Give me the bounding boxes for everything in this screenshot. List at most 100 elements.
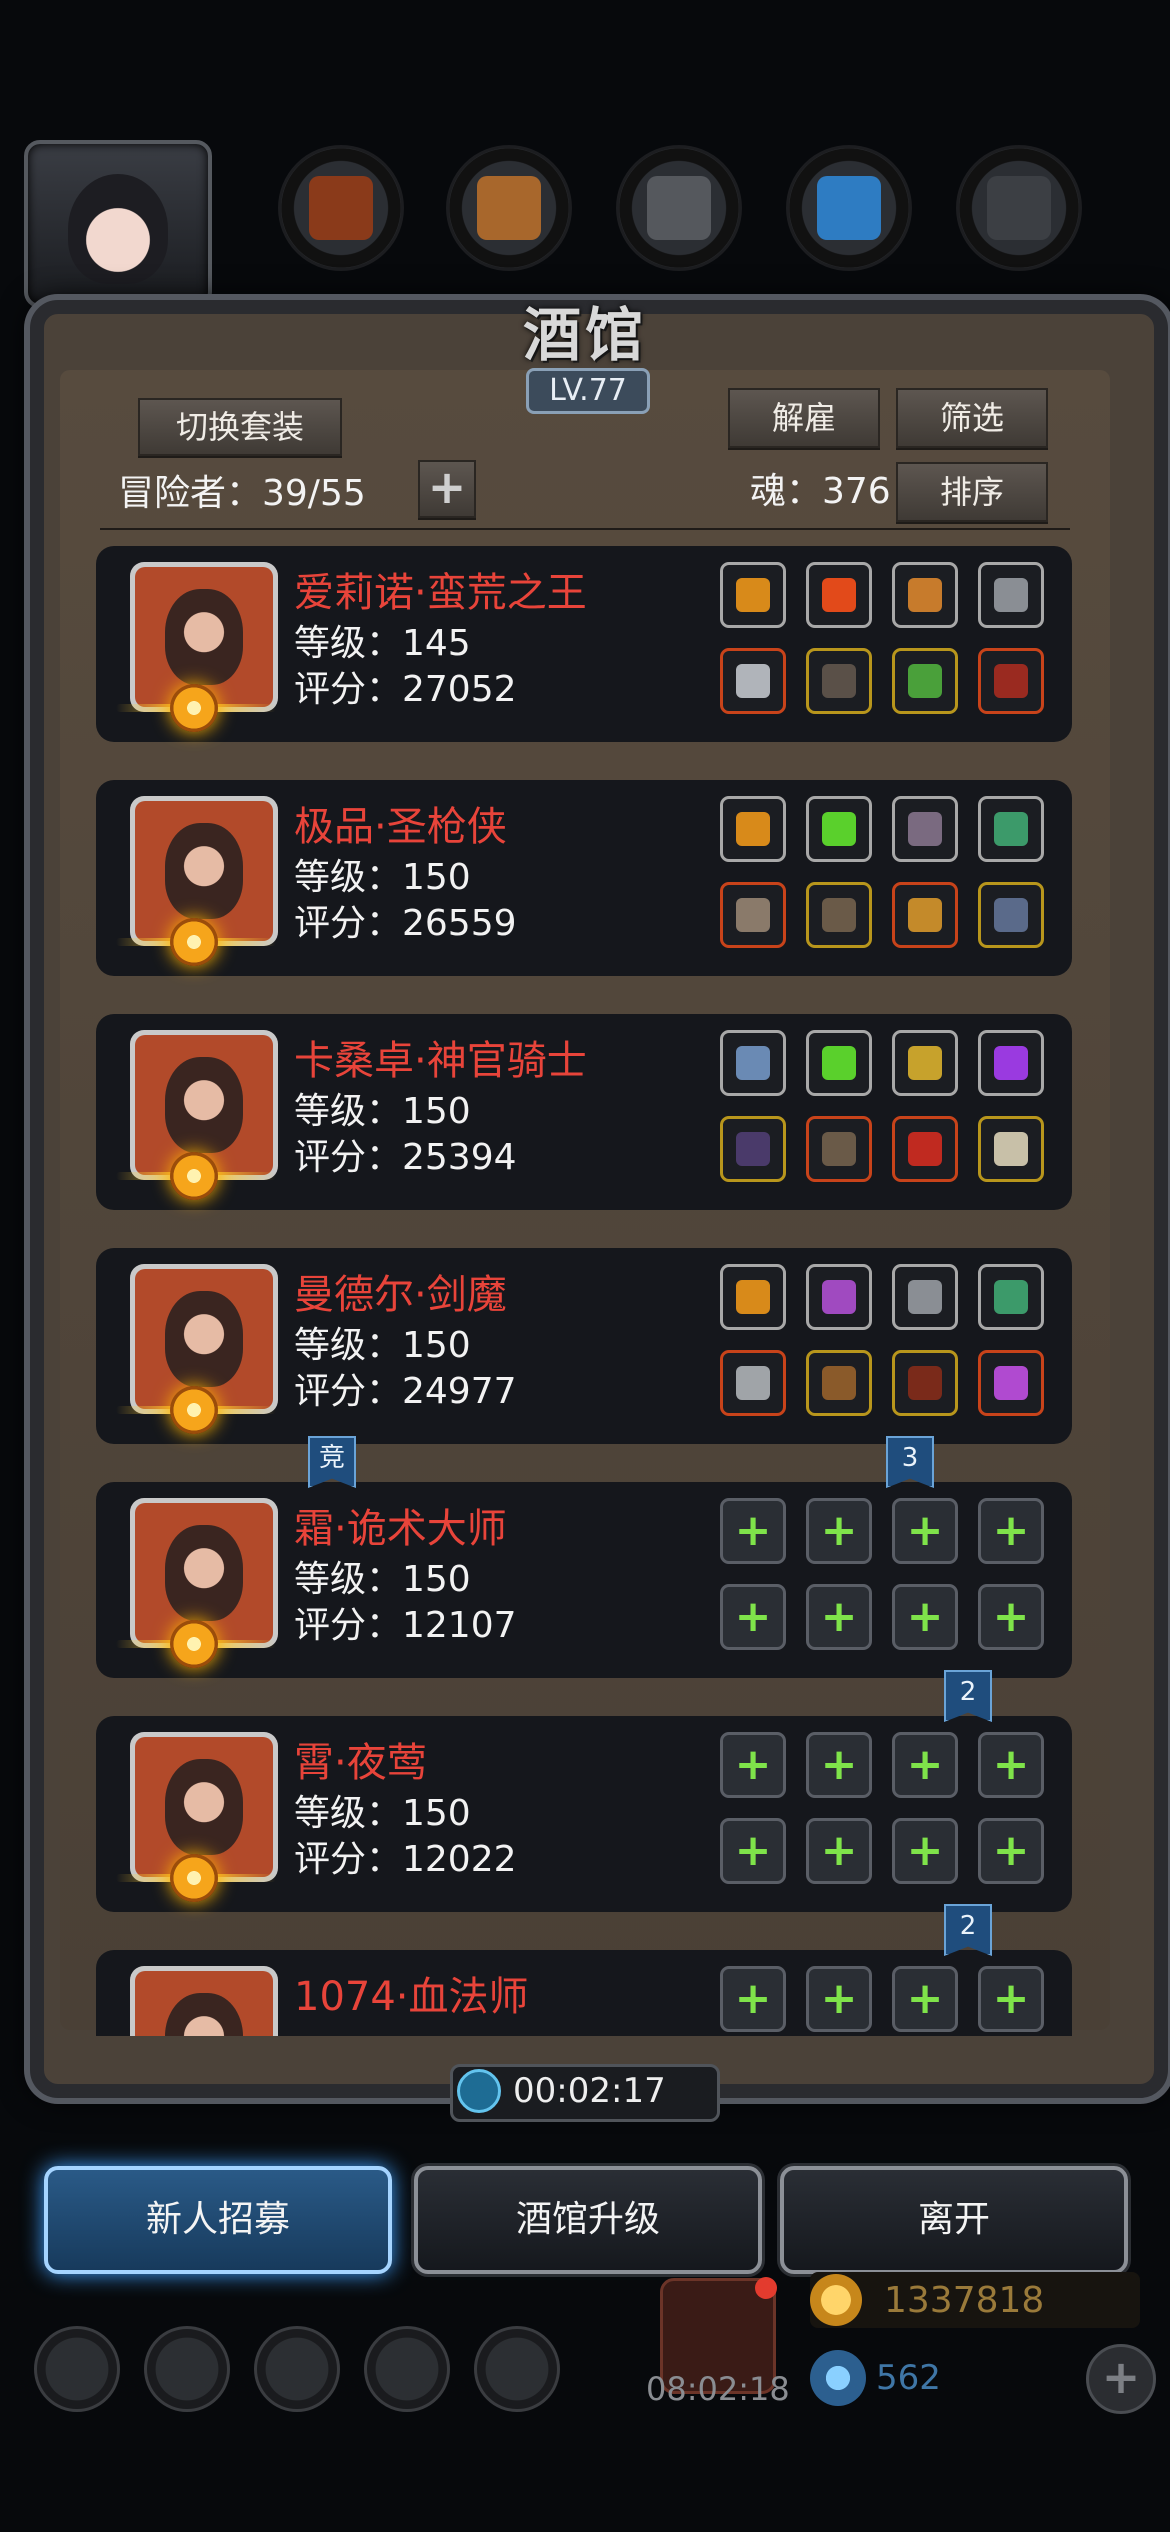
empty-equipment-slot[interactable]: +	[720, 1966, 786, 2032]
equipment-grid	[720, 1264, 1060, 1434]
hero-card[interactable]: 曼德尔·剑魔 等级：150 评分：24977	[96, 1248, 1072, 1444]
resource-wood-icon[interactable]	[446, 145, 572, 271]
hero-name: 爱莉诺·蛮荒之王	[294, 570, 587, 616]
empty-equipment-slot[interactable]: +	[720, 1498, 786, 1564]
hero-icon[interactable]	[144, 2326, 230, 2412]
empty-equipment-slot[interactable]: +	[892, 1584, 958, 1650]
add-currency-button[interactable]: +	[1086, 2344, 1156, 2414]
resource-leather-icon[interactable]	[278, 145, 404, 271]
hero-card[interactable]: 霜·诡术大师 等级：150 评分：12107 + + + + + + + +	[96, 1482, 1072, 1678]
equipment-slot[interactable]	[806, 648, 872, 714]
add-equipment-icon: +	[734, 1825, 772, 1876]
settings-icon[interactable]	[34, 2326, 120, 2412]
equipment-slot[interactable]	[720, 648, 786, 714]
add-equipment-icon: +	[820, 1739, 858, 1790]
player-avatar[interactable]	[24, 140, 212, 308]
resource-iron-icon[interactable]	[956, 145, 1082, 271]
equipment-slot[interactable]	[892, 648, 958, 714]
empty-equipment-slot[interactable]: +	[720, 1584, 786, 1650]
empty-equipment-slot[interactable]: +	[806, 1966, 872, 2032]
equipment-slot[interactable]	[720, 1030, 786, 1096]
empty-equipment-slot[interactable]: +	[892, 1818, 958, 1884]
demon-gauntlet-icon	[994, 664, 1028, 698]
equipment-slot[interactable]	[720, 1264, 786, 1330]
resource-crystal-icon[interactable]	[786, 145, 912, 271]
equipment-slot[interactable]	[978, 648, 1044, 714]
add-capacity-button[interactable]: +	[418, 460, 476, 518]
equipment-slot[interactable]	[978, 562, 1044, 628]
empty-equipment-slot[interactable]: +	[720, 1732, 786, 1798]
leave-button[interactable]: 离开	[780, 2166, 1128, 2274]
equipment-slot[interactable]	[978, 796, 1044, 862]
empty-equipment-slot[interactable]: +	[892, 1966, 958, 2032]
guild-icon[interactable]	[254, 2326, 340, 2412]
equipment-slot[interactable]	[978, 882, 1044, 948]
hero-level: 等级：150	[294, 1091, 471, 1132]
gift-timer: 08:02:18	[646, 2370, 790, 2408]
empty-equipment-slot[interactable]: +	[978, 1584, 1044, 1650]
hero-card[interactable]: 卡桑卓·神官骑士 等级：150 评分：25394	[96, 1014, 1072, 1210]
equipment-slot[interactable]	[892, 562, 958, 628]
equipment-slot[interactable]	[806, 1030, 872, 1096]
sort-button[interactable]: 排序	[896, 462, 1048, 522]
tavern-upgrade-button[interactable]: 酒馆升级	[414, 2166, 762, 2274]
hero-face	[165, 1993, 243, 2036]
equipment-slot[interactable]	[892, 1264, 958, 1330]
empty-equipment-slot[interactable]: +	[978, 1498, 1044, 1564]
dismiss-button[interactable]: 解雇	[728, 388, 880, 448]
hero-level: 等级：150	[294, 857, 471, 898]
map-icon[interactable]	[474, 2326, 560, 2412]
empty-equipment-slot[interactable]: +	[720, 1818, 786, 1884]
empty-equipment-slot[interactable]: +	[978, 1818, 1044, 1884]
star-rank-icon	[170, 918, 218, 966]
equipment-slot[interactable]	[806, 1264, 872, 1330]
hero-list[interactable]: 爱莉诺·蛮荒之王 等级：145 评分：27052 极品·圣枪侠 等级：150 评分：265…	[96, 546, 1082, 2036]
crown-icon	[736, 1280, 770, 1314]
equipment-slot[interactable]	[978, 1116, 1044, 1182]
equipment-slot[interactable]	[892, 796, 958, 862]
crown-icon	[736, 812, 770, 846]
empty-equipment-slot[interactable]: +	[978, 1966, 1044, 2032]
add-equipment-icon: +	[820, 1505, 858, 1556]
equipment-slot[interactable]	[892, 1030, 958, 1096]
equipment-slot[interactable]	[892, 882, 958, 948]
filter-button[interactable]: 筛选	[896, 388, 1048, 448]
hero-score: 评分：25394	[294, 1137, 517, 1178]
mail-icon[interactable]	[364, 2326, 450, 2412]
purple-orb-icon	[822, 1280, 856, 1314]
equipment-slot[interactable]	[720, 882, 786, 948]
empty-equipment-slot[interactable]: +	[892, 1732, 958, 1798]
equipment-slot[interactable]	[892, 1116, 958, 1182]
equipment-slot[interactable]	[806, 796, 872, 862]
equipment-slot[interactable]	[806, 1116, 872, 1182]
hero-card[interactable]: 极品·圣枪侠 等级：150 评分：26559	[96, 780, 1072, 976]
resource-stone-icon[interactable]	[616, 145, 742, 271]
add-equipment-icon: +	[906, 1505, 944, 1556]
equipment-slot[interactable]	[806, 562, 872, 628]
hero-portrait[interactable]	[130, 1966, 278, 2036]
switch-outfit-button[interactable]: 切换套装	[138, 398, 342, 456]
gold-coin-icon	[810, 2274, 862, 2326]
empty-equipment-slot[interactable]: +	[806, 1818, 872, 1884]
add-equipment-icon: +	[820, 1591, 858, 1642]
equipment-slot[interactable]	[978, 1264, 1044, 1330]
empty-equipment-slot[interactable]: +	[806, 1584, 872, 1650]
empty-equipment-slot[interactable]: +	[892, 1498, 958, 1564]
empty-equipment-slot[interactable]: +	[978, 1732, 1044, 1798]
recruit-button[interactable]: 新人招募	[44, 2166, 392, 2274]
equipment-slot[interactable]	[806, 1350, 872, 1416]
empty-equipment-slot[interactable]: +	[806, 1732, 872, 1798]
hero-card[interactable]: 霄·夜莺 等级：150 评分：12022 + + + + + + + +	[96, 1716, 1072, 1912]
equipment-slot[interactable]	[892, 1350, 958, 1416]
equipment-slot[interactable]	[978, 1350, 1044, 1416]
equipment-slot[interactable]	[720, 1116, 786, 1182]
equipment-slot[interactable]	[978, 1030, 1044, 1096]
equipment-slot[interactable]	[806, 882, 872, 948]
hero-card[interactable]: 爱莉诺·蛮荒之王 等级：145 评分：27052	[96, 546, 1072, 742]
hero-card[interactable]: 1074·血法师++++++++	[96, 1950, 1072, 2036]
dark-staff-icon	[736, 1132, 770, 1166]
empty-equipment-slot[interactable]: +	[806, 1498, 872, 1564]
equipment-slot[interactable]	[720, 796, 786, 862]
equipment-slot[interactable]	[720, 1350, 786, 1416]
equipment-slot[interactable]	[720, 562, 786, 628]
